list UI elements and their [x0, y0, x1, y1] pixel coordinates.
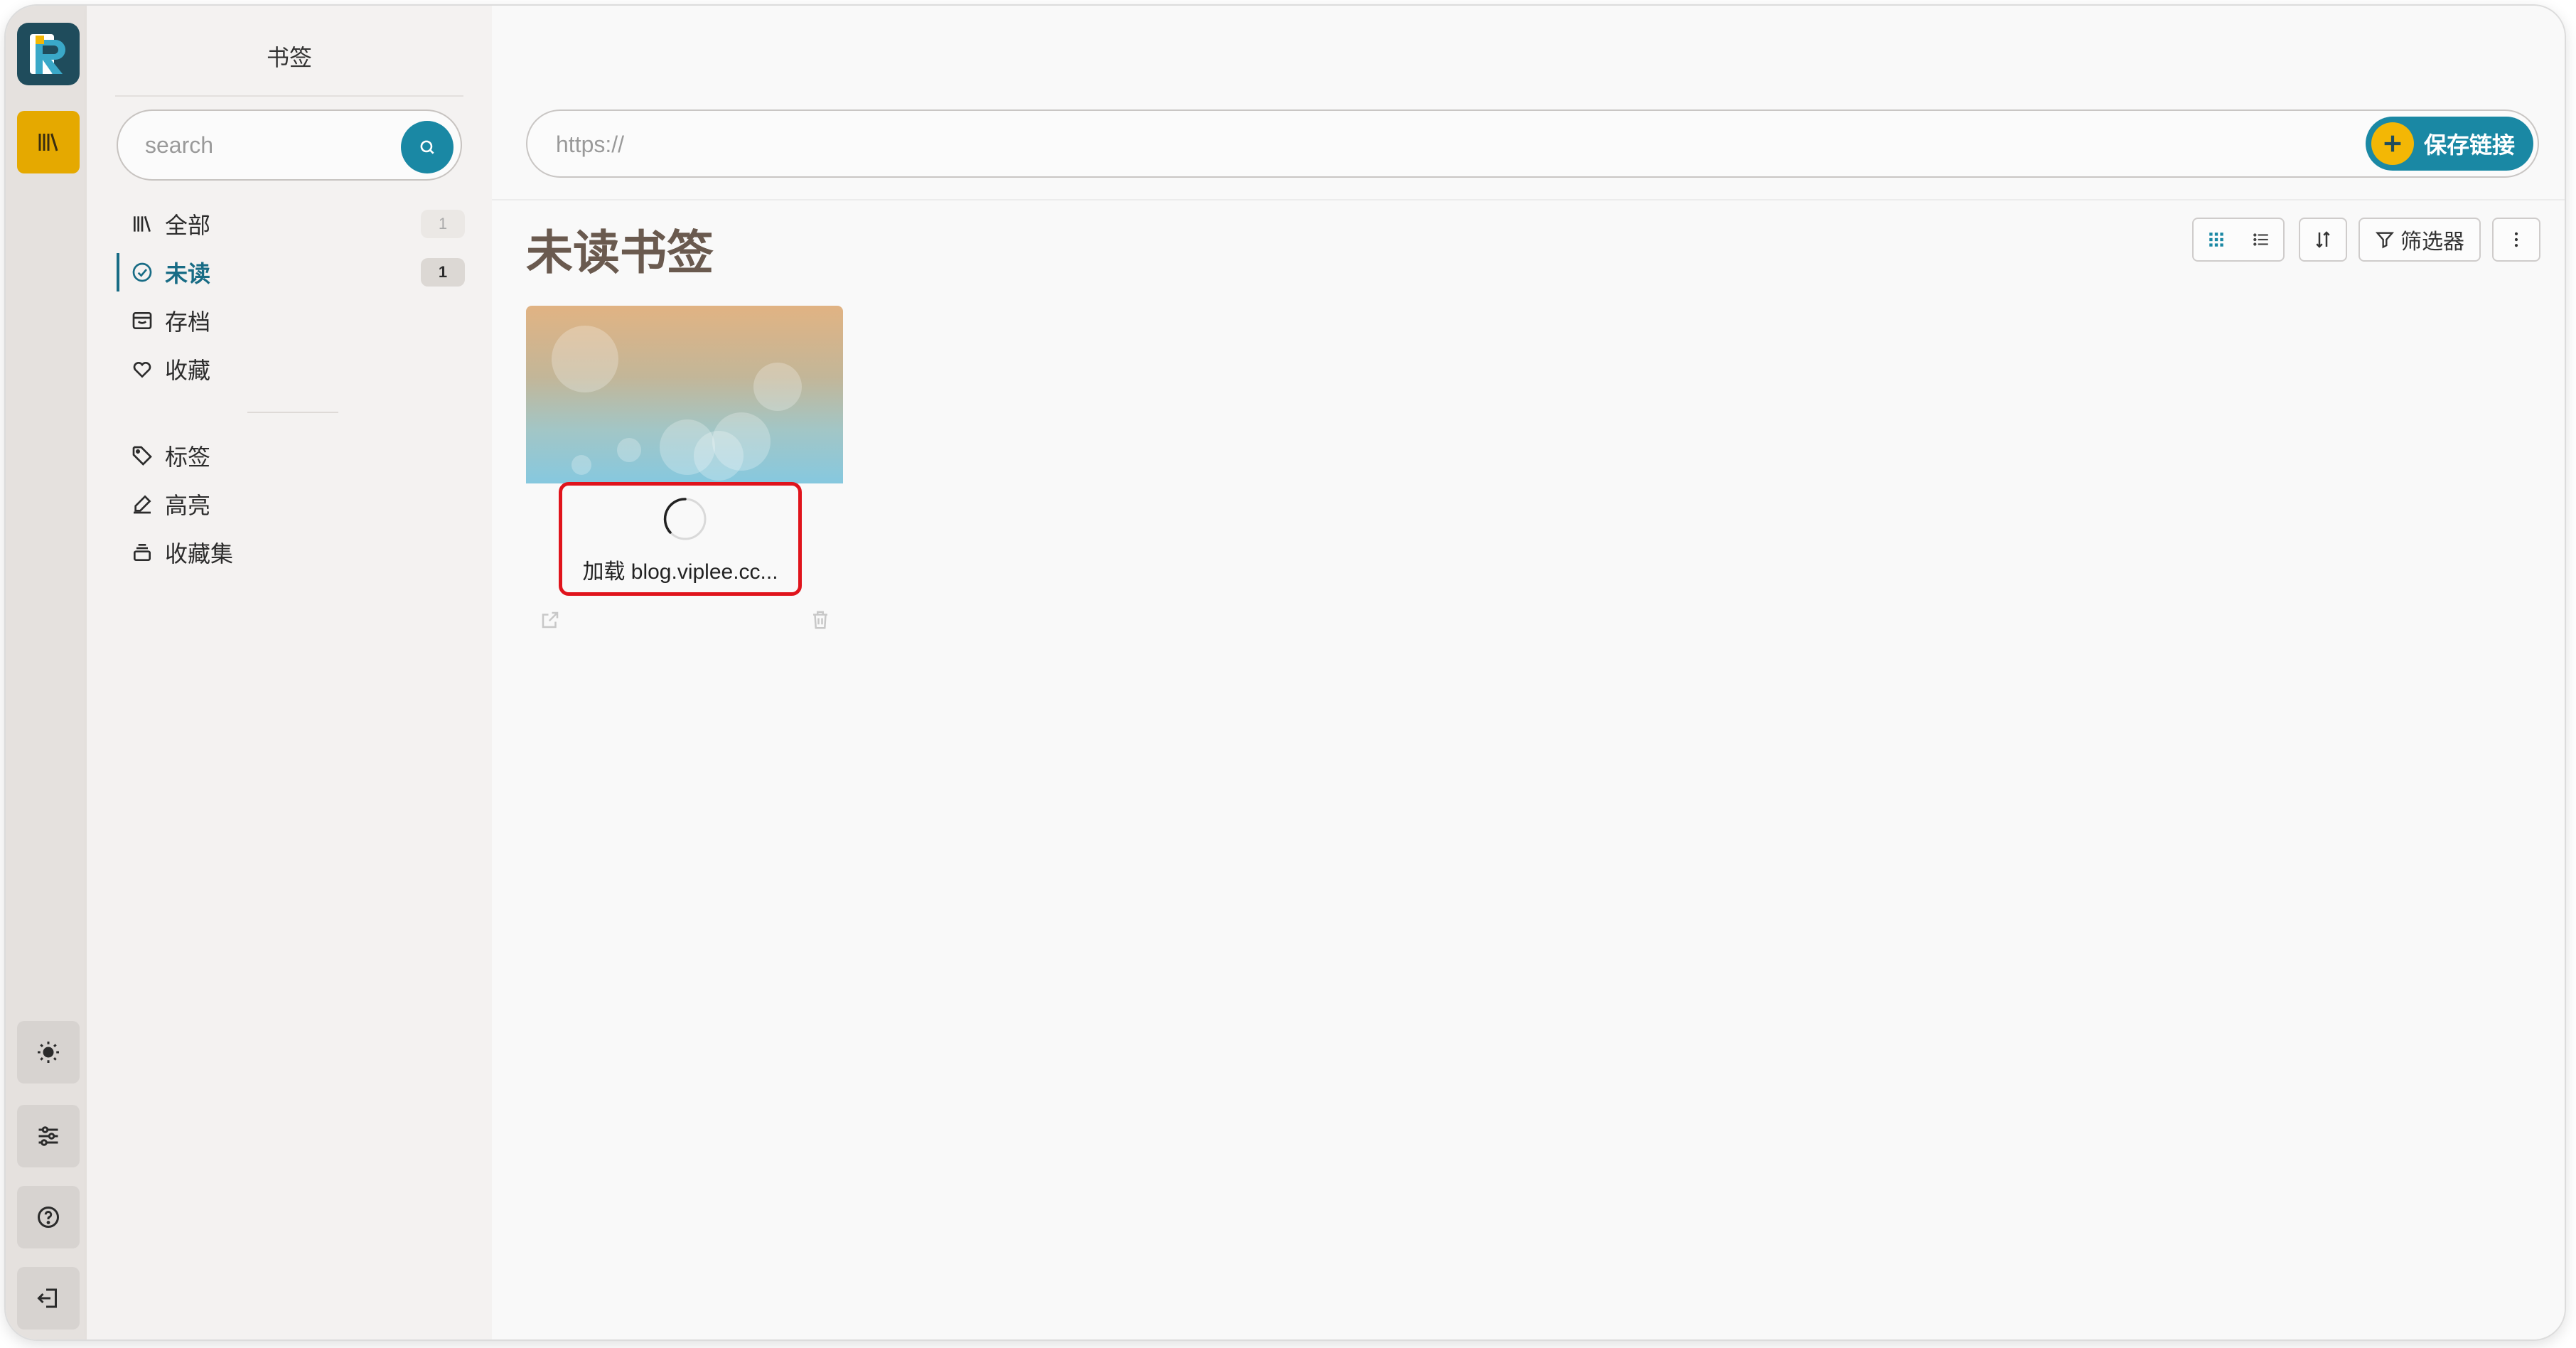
filter-label: 筛选器: [2400, 230, 2464, 254]
sidebar-item-highlights[interactable]: 高亮: [117, 483, 465, 525]
page-title: 未读书签: [526, 226, 714, 279]
reader-logo-icon: [30, 34, 65, 74]
main-content: 保存链接 未读书签: [492, 6, 2565, 1339]
library-nav-button[interactable]: [17, 111, 80, 173]
theme-toggle-button[interactable]: [17, 1021, 80, 1084]
open-link-button[interactable]: [536, 606, 564, 634]
loading-overlay: 加载 blog.viplee.cc...: [559, 482, 802, 596]
more-options-button[interactable]: [2492, 218, 2540, 262]
sort-button[interactable]: [2299, 218, 2347, 262]
sidebar-divider: [115, 95, 463, 97]
active-indicator: [117, 253, 119, 291]
grid-view-button[interactable]: [2194, 219, 2238, 260]
archive-box-icon: [127, 305, 158, 336]
filter-icon: [2375, 232, 2395, 249]
sidebar-item-all[interactable]: 全部 1: [117, 203, 465, 245]
sort-icon: [2316, 231, 2330, 248]
list-view-button[interactable]: [2238, 219, 2283, 260]
sidebar-item-unread[interactable]: 未读 1: [117, 252, 465, 293]
loading-spinner-icon: [663, 498, 707, 540]
search-input[interactable]: [144, 128, 378, 162]
trash-icon: [813, 611, 827, 629]
heart-icon: [127, 353, 158, 385]
sun-icon: [38, 1042, 59, 1063]
sidebar-item-label: 收藏集: [165, 541, 234, 567]
app-logo[interactable]: [17, 23, 80, 85]
count-badge: 1: [421, 210, 465, 238]
sidebar-item-label: 收藏: [165, 358, 211, 383]
header-divider: [492, 199, 2565, 200]
sidebar-item-label: 标签: [165, 444, 211, 470]
tag-icon: [127, 440, 158, 471]
sidebar-item-tags[interactable]: 标签: [117, 435, 465, 476]
logout-button[interactable]: [17, 1267, 80, 1330]
save-link-label: 保存链接: [2423, 132, 2515, 158]
sidebar-item-archive[interactable]: 存档: [117, 300, 465, 341]
sidebar-item-collections[interactable]: 收藏集: [117, 532, 465, 573]
delete-bookmark-button[interactable]: [806, 606, 834, 634]
settings-button[interactable]: [17, 1105, 80, 1167]
loading-text: 加载 blog.viplee.cc...: [582, 560, 778, 584]
library-icon: [127, 208, 158, 240]
plus-icon: [2371, 122, 2414, 165]
app-window: 书签 全部 1: [6, 6, 2565, 1339]
count-badge: 1: [421, 258, 465, 287]
sliders-icon: [38, 1126, 58, 1146]
external-link-icon: [542, 611, 559, 628]
more-vertical-icon: [2514, 232, 2518, 247]
highlighter-icon: [127, 488, 158, 520]
library-icon: [38, 133, 58, 151]
collections-icon: [127, 537, 158, 568]
logout-icon: [37, 1288, 57, 1308]
nav-divider: [247, 412, 338, 413]
save-link-button[interactable]: 保存链接: [2365, 117, 2533, 171]
icon-rail: [6, 6, 87, 1339]
sidebar-item-label: 全部: [165, 213, 211, 238]
card-thumbnail: [526, 306, 843, 483]
sidebar-item-label: 未读: [165, 261, 211, 287]
search-box: [117, 109, 462, 181]
check-circle-icon: [127, 257, 158, 288]
help-icon: [38, 1207, 59, 1228]
sidebar: 书签 全部 1: [87, 6, 492, 1339]
url-input[interactable]: [554, 127, 2189, 162]
sidebar-item-label: 高亮: [165, 493, 211, 518]
view-toggle: [2192, 218, 2285, 262]
url-bar: 保存链接: [526, 109, 2539, 178]
filter-button[interactable]: 筛选器: [2358, 218, 2481, 262]
sidebar-item-label: 存档: [165, 309, 211, 335]
grid-icon: [2209, 232, 2223, 247]
bookmark-card[interactable]: 加载 blog.viplee.cc...: [526, 301, 843, 643]
search-icon: [420, 140, 434, 154]
help-button[interactable]: [17, 1186, 80, 1248]
sidebar-item-favorites[interactable]: 收藏: [117, 348, 465, 390]
sidebar-title: 书签: [266, 45, 312, 70]
list-icon: [2253, 233, 2268, 246]
search-button[interactable]: [401, 121, 454, 173]
